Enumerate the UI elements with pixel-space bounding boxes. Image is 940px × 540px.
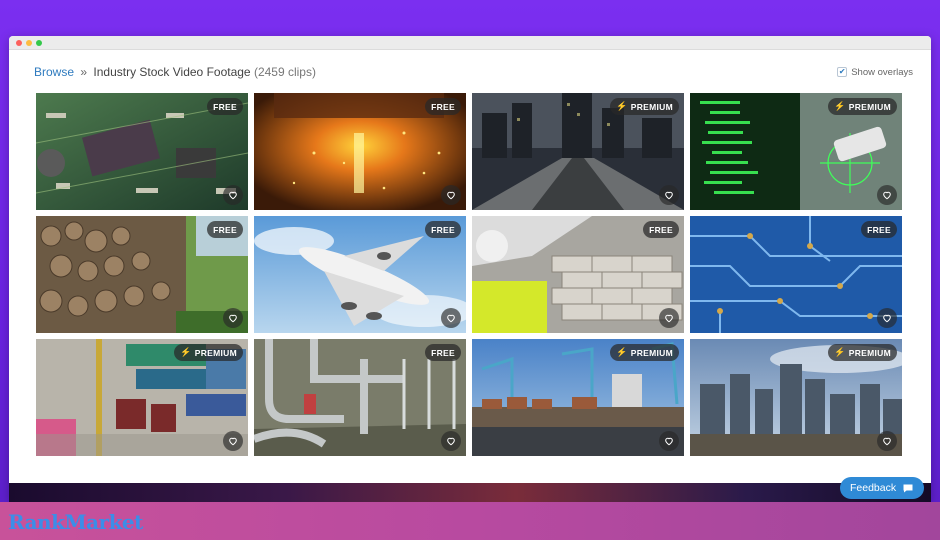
clip-count: (2459 clips) xyxy=(253,65,316,79)
video-tile[interactable]: ⚡ PREMIUM xyxy=(472,93,684,210)
browse-link[interactable]: Browse xyxy=(34,65,74,79)
heart-icon[interactable] xyxy=(223,308,243,328)
badge: FREE xyxy=(643,221,679,238)
video-tile[interactable]: FREE xyxy=(254,93,466,210)
video-tile[interactable]: FREE xyxy=(254,339,466,456)
heart-icon[interactable] xyxy=(441,185,461,205)
video-tile[interactable]: FREE xyxy=(254,216,466,333)
badge: ⚡ PREMIUM xyxy=(828,98,897,115)
badge: FREE xyxy=(425,221,461,238)
heart-icon[interactable] xyxy=(441,431,461,451)
feedback-label: Feedback xyxy=(850,482,897,494)
footer-strip xyxy=(9,483,931,502)
page-title: Industry Stock Video Footage xyxy=(93,65,251,79)
page-header: Browse » Industry Stock Video Footage (2… xyxy=(34,64,913,80)
badge: FREE xyxy=(425,98,461,115)
feedback-button[interactable]: Feedback xyxy=(840,477,925,499)
video-tile[interactable]: ⚡ PREMIUM xyxy=(36,339,248,456)
show-overlays-toggle[interactable]: ✔ Show overlays xyxy=(837,67,913,78)
badge: FREE xyxy=(207,98,243,115)
show-overlays-checkbox[interactable]: ✔ xyxy=(837,67,848,77)
window-titlebar xyxy=(9,36,931,50)
close-window-dot[interactable] xyxy=(16,39,22,46)
heart-icon[interactable] xyxy=(441,308,461,328)
video-tile[interactable]: FREE xyxy=(690,216,902,333)
badge: FREE xyxy=(425,344,461,361)
badge: ⚡ PREMIUM xyxy=(174,344,243,361)
badge: ⚡ PREMIUM xyxy=(828,344,897,361)
video-tile[interactable]: FREE xyxy=(36,216,248,333)
maximize-window-dot[interactable] xyxy=(36,39,42,46)
heart-icon[interactable] xyxy=(659,185,679,205)
heart-icon[interactable] xyxy=(659,308,679,328)
heart-icon[interactable] xyxy=(659,431,679,451)
browser-window: Browse » Industry Stock Video Footage (2… xyxy=(9,36,931,502)
heart-icon[interactable] xyxy=(877,308,897,328)
video-tile[interactable]: FREE xyxy=(472,216,684,333)
breadcrumb: Browse » Industry Stock Video Footage (2… xyxy=(34,65,316,79)
show-overlays-label: Show overlays xyxy=(851,66,913,78)
chat-bubble-icon xyxy=(903,484,913,492)
heart-icon[interactable] xyxy=(877,185,897,205)
heart-icon[interactable] xyxy=(223,431,243,451)
video-tile[interactable]: FREE xyxy=(36,93,248,210)
video-grid: FREE FREE ⚡ PREMIUM ⚡ PREMIUM FREE FREE … xyxy=(36,93,902,456)
video-tile[interactable]: ⚡ PREMIUM xyxy=(690,93,902,210)
video-tile[interactable]: ⚡ PREMIUM xyxy=(690,339,902,456)
badge: ⚡ PREMIUM xyxy=(610,344,679,361)
badge: ⚡ PREMIUM xyxy=(610,98,679,115)
minimize-window-dot[interactable] xyxy=(26,39,32,46)
badge: FREE xyxy=(861,221,897,238)
heart-icon[interactable] xyxy=(223,185,243,205)
video-tile[interactable]: ⚡ PREMIUM xyxy=(472,339,684,456)
heart-icon[interactable] xyxy=(877,431,897,451)
rankmarket-logo: RankMarket xyxy=(8,510,143,534)
breadcrumb-separator: » xyxy=(80,65,88,79)
badge: FREE xyxy=(207,221,243,238)
